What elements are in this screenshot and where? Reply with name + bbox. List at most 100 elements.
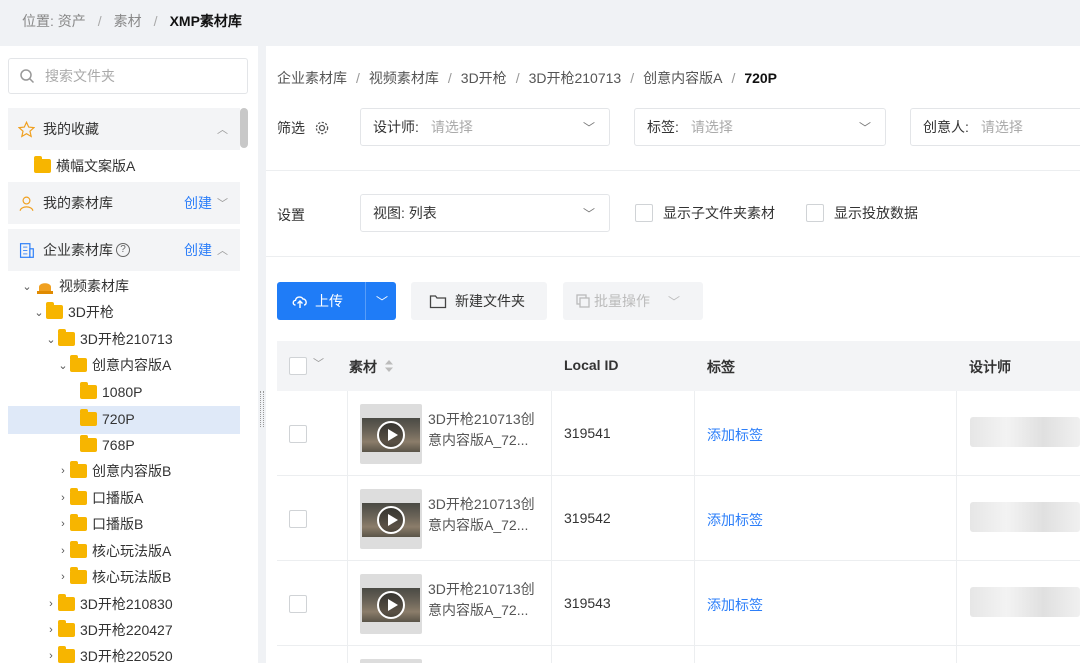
- chevron-right-icon[interactable]: ›: [44, 650, 58, 662]
- tree-item-3d-210830[interactable]: › 3D开枪210830: [44, 592, 173, 616]
- video-thumbnail[interactable]: [360, 404, 422, 464]
- new-folder-button[interactable]: 新建文件夹: [411, 282, 547, 320]
- tree-item-voice-b[interactable]: › 口播版B: [56, 512, 143, 536]
- copy-icon: [576, 294, 590, 308]
- tree-item-3d-220520[interactable]: › 3D开枪220520: [44, 644, 173, 663]
- play-icon[interactable]: [377, 421, 405, 449]
- row-checkbox[interactable]: [289, 510, 307, 528]
- panel-splitter[interactable]: [258, 46, 266, 663]
- breadcrumb-item[interactable]: 3D开枪210713: [529, 70, 622, 86]
- breadcrumb-item[interactable]: 企业素材库: [277, 70, 347, 86]
- chevron-down-icon[interactable]: ﹀: [313, 355, 324, 371]
- play-icon[interactable]: [377, 591, 405, 619]
- video-thumbnail[interactable]: [360, 574, 422, 634]
- breadcrumb-item[interactable]: 创意内容版A: [643, 70, 722, 86]
- table-row[interactable]: 3D开枪210713创 意内容版A_72... 319541 添加标签: [277, 391, 1080, 476]
- sidebar-scrollbar[interactable]: [240, 108, 248, 148]
- folder-search-input[interactable]: [45, 68, 225, 84]
- chevron-down-icon[interactable]: ⌄: [32, 306, 46, 319]
- folder-outline-icon: [429, 294, 447, 308]
- material-name[interactable]: 3D开枪210713创 意内容版A_72...: [428, 409, 546, 451]
- tree-item-video-library[interactable]: ⌄ 视频素材库: [20, 274, 129, 298]
- chevron-up-icon[interactable]: ︿: [217, 242, 228, 258]
- main-panel: 企业素材库 / 视频素材库/3D开枪/3D开枪210713/创意内容版A/720P …: [266, 46, 1080, 663]
- folder-icon: [46, 302, 63, 319]
- chevron-right-icon[interactable]: ›: [44, 624, 58, 636]
- tree-item-voice-a[interactable]: › 口播版A: [56, 486, 143, 510]
- sort-icon[interactable]: [384, 359, 394, 373]
- folder-search[interactable]: [8, 58, 248, 94]
- select-all-checkbox[interactable]: [289, 357, 307, 375]
- row-checkbox[interactable]: [289, 595, 307, 613]
- chevron-up-icon[interactable]: ︿: [217, 121, 228, 137]
- chevron-right-icon[interactable]: ›: [56, 492, 70, 504]
- table-row[interactable]: [277, 646, 1080, 663]
- grip-handle[interactable]: [260, 391, 264, 427]
- show-delivery-option[interactable]: 显示投放数据: [806, 203, 918, 223]
- tree-item-720p[interactable]: 720P: [80, 407, 135, 431]
- table-row[interactable]: 3D开枪210713创 意内容版A_72... 319543 添加标签: [277, 561, 1080, 646]
- gear-icon[interactable]: [314, 120, 330, 136]
- section-my-library[interactable]: 我的素材库 创建 ﹀: [8, 182, 240, 224]
- favorite-item[interactable]: 横幅文案版A: [34, 154, 135, 178]
- row-checkbox[interactable]: [289, 425, 307, 443]
- chevron-down-icon[interactable]: ⌄: [20, 280, 34, 293]
- tree-item-label: 视频素材库: [59, 278, 129, 294]
- help-icon[interactable]: ?: [116, 243, 130, 257]
- my-library-create-link[interactable]: 创建: [184, 193, 212, 213]
- section-favorites[interactable]: 我的收藏 ︿: [8, 108, 240, 150]
- batch-operation-label: 批量操作: [594, 293, 650, 309]
- add-tag-link[interactable]: 添加标签: [707, 425, 763, 445]
- chevron-down-icon[interactable]: ﹀: [376, 293, 388, 310]
- tree-item-3d-220427[interactable]: › 3D开枪220427: [44, 618, 173, 642]
- tree-item-creative-b[interactable]: › 创意内容版B: [56, 459, 171, 483]
- tree-item-3d-210713[interactable]: ⌄ 3D开枪210713: [44, 327, 173, 351]
- folder-icon: [70, 461, 87, 478]
- separator: /: [630, 70, 635, 86]
- view-select[interactable]: 视图: 列表 ﹀: [360, 194, 610, 232]
- chevron-down-icon[interactable]: ⌄: [56, 359, 70, 372]
- video-thumbnail[interactable]: [360, 659, 422, 663]
- tree-item-label: 768P: [102, 437, 135, 453]
- col-header-material[interactable]: 素材: [349, 357, 377, 377]
- designer-filter[interactable]: 设计师: 请选择 ﹀: [360, 108, 610, 146]
- chevron-right-icon[interactable]: ›: [44, 598, 58, 610]
- show-subfolder-option[interactable]: 显示子文件夹素材: [635, 203, 775, 223]
- tree-item-3d[interactable]: ⌄ 3D开枪: [32, 300, 114, 324]
- batch-operation-button[interactable]: 批量操作 ﹀: [563, 282, 703, 320]
- tree-item-1080p[interactable]: 1080P: [80, 380, 142, 404]
- video-thumbnail[interactable]: [360, 489, 422, 549]
- cloud-upload-icon: [292, 296, 307, 308]
- folder-icon: [58, 620, 75, 637]
- material-name[interactable]: 3D开枪210713创 意内容版A_72...: [428, 494, 546, 536]
- tree-item-768p[interactable]: 768P: [80, 433, 135, 457]
- show-delivery-checkbox[interactable]: [806, 204, 824, 222]
- upload-button[interactable]: 上传 ﹀: [277, 282, 396, 320]
- tree-item-core-a[interactable]: › 核心玩法版A: [56, 539, 171, 563]
- play-icon[interactable]: [377, 506, 405, 534]
- separator: /: [356, 70, 360, 86]
- add-tag-link[interactable]: 添加标签: [707, 510, 763, 530]
- show-subfolder-checkbox[interactable]: [635, 204, 653, 222]
- add-tag-link[interactable]: 添加标签: [707, 595, 763, 615]
- breadcrumb-item[interactable]: 视频素材库: [369, 70, 439, 86]
- chevron-down-icon[interactable]: ﹀: [217, 195, 228, 211]
- tree-item-creative-a[interactable]: ⌄ 创意内容版A: [56, 353, 171, 377]
- chevron-right-icon[interactable]: ›: [56, 545, 70, 557]
- separator: /: [447, 70, 452, 86]
- tag-filter[interactable]: 标签: 请选择 ﹀: [634, 108, 886, 146]
- section-enterprise-library[interactable]: 企业素材库 ? 创建 ︿: [8, 229, 240, 271]
- breadcrumb-item[interactable]: 3D开枪: [461, 70, 507, 86]
- chevron-right-icon[interactable]: ›: [56, 465, 70, 477]
- material-name[interactable]: 3D开枪210713创 意内容版A_72...: [428, 579, 546, 621]
- chevron-down-icon[interactable]: ⌄: [44, 333, 58, 346]
- table-row[interactable]: 3D开枪210713创 意内容版A_72... 319542 添加标签: [277, 476, 1080, 561]
- upload-button-label: 上传: [315, 293, 343, 309]
- location-item-material[interactable]: 素材: [114, 11, 142, 31]
- enterprise-create-link[interactable]: 创建: [184, 240, 212, 260]
- tree-item-core-b[interactable]: › 核心玩法版B: [56, 565, 171, 589]
- table-header: ﹀ 素材 Local ID 标签 设计师: [277, 341, 1080, 391]
- chevron-right-icon[interactable]: ›: [56, 571, 70, 583]
- chevron-right-icon[interactable]: ›: [56, 518, 70, 530]
- creator-filter[interactable]: 创意人: 请选择: [910, 108, 1080, 146]
